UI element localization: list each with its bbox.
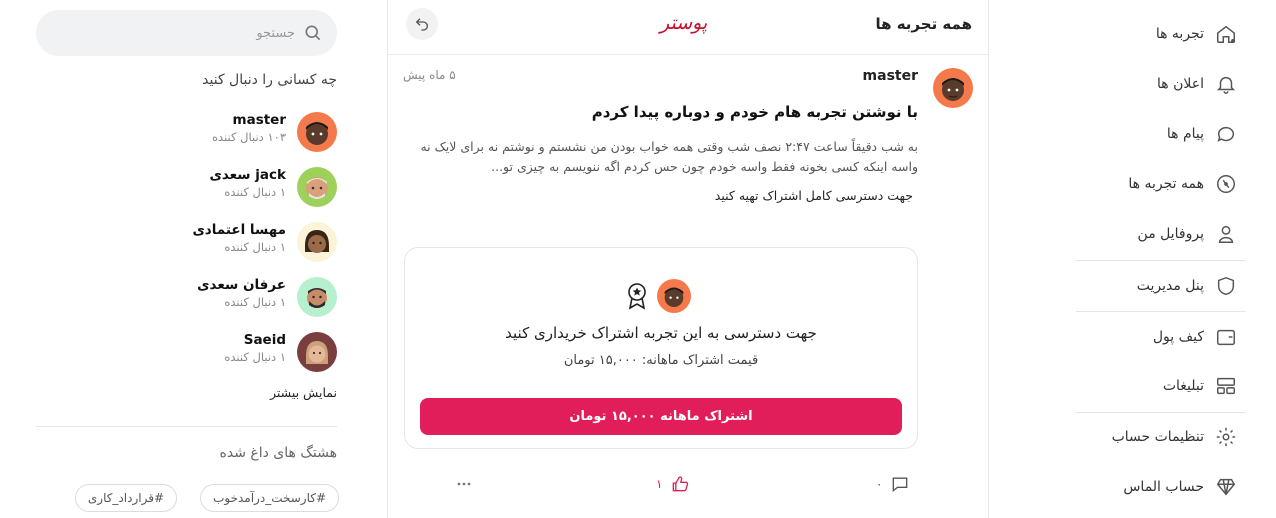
back-button[interactable] (406, 8, 438, 40)
sidebar-item-label: پروفایل من (1137, 226, 1204, 242)
follow-suggestion[interactable]: jack سعدی ۱ دنبال کننده (190, 165, 340, 209)
user-name: Saeid (243, 332, 286, 348)
sidebar-item-label: پنل مدیریت (1136, 278, 1204, 294)
avatar[interactable] (933, 68, 973, 108)
who-to-follow-title: چه کسانی را دنبال کنید (202, 72, 337, 88)
trending-hashtags-title: هشتگ های داغ شده (219, 445, 337, 461)
user-name: jack سعدی (209, 167, 287, 183)
post-timestamp: ۵ ماه پیش (403, 68, 456, 82)
gear-icon (1214, 425, 1238, 449)
search-box (36, 10, 337, 56)
search-input[interactable] (55, 10, 295, 56)
wallet-icon (1214, 325, 1238, 349)
comment-button[interactable]: ۰ (876, 474, 910, 494)
more-options-button[interactable] (454, 474, 474, 494)
subscription-note: جهت دسترسی کامل اشتراک تهیه کنید (714, 188, 913, 203)
subscription-price: قیمت اشتراک ماهانه: ۱۵,۰۰۰ تومان (563, 353, 759, 368)
avatar (297, 222, 337, 262)
sidebar-item-admin-panel[interactable]: پنل مدیریت (1076, 266, 1246, 306)
sidebar-item-label: همه تجربه ها (1128, 176, 1204, 192)
sidebar-divider (1076, 412, 1246, 413)
follow-suggestion[interactable]: مهسا اعتمادی ۱ دنبال کننده (190, 220, 340, 264)
follow-suggestion[interactable]: عرفان سعدی ۱ دنبال کننده (190, 275, 340, 319)
avatar (297, 112, 337, 152)
brand-logo: پوستر (660, 12, 708, 34)
avatar (297, 277, 337, 317)
subscription-card: جهت دسترسی به این تجربه اشتراک خریداری ک… (404, 247, 918, 449)
follow-suggestion[interactable]: master ۱۰۳ دنبال کننده (190, 110, 340, 154)
sidebar-item-label: پیام ها (1166, 126, 1204, 142)
bell-icon (1214, 72, 1238, 96)
feed: همه تجربه ها پوستر master ۵ ماه پیش با ن… (387, 0, 989, 518)
hashtag-chip[interactable]: #قرارداد_کاری (74, 484, 177, 512)
user-icon (1214, 222, 1238, 246)
sidebar-item-label: تنظیمات حساب (1111, 429, 1204, 445)
post-excerpt: به شب دقیقاً ساعت ۲:۴۷ نصف شب وقتی همه خ… (420, 139, 918, 174)
home-icon (1214, 22, 1238, 46)
award-ribbon-icon (625, 282, 649, 310)
sidebar-divider (1076, 260, 1246, 261)
sidebar-item-account-settings[interactable]: تنظیمات حساب (1076, 417, 1246, 457)
shield-icon (1214, 274, 1238, 298)
subscribe-button[interactable]: اشتراک ماهانه ۱۵,۰۰۰ تومان (420, 398, 902, 435)
post-title[interactable]: با نوشتن تجربه هام خودم و دوباره پیدا کر… (592, 103, 918, 121)
post-author[interactable]: master (863, 68, 918, 84)
sidebar-item-all-experiences[interactable]: همه تجربه ها (1076, 164, 1246, 204)
sidebar-nav: تجربه ها اعلان ها پیام ها همه تجربه ها پ… (1076, 0, 1246, 518)
sidebar-divider (1076, 311, 1246, 312)
compass-icon (1214, 172, 1238, 196)
hashtag-chip[interactable]: #کارسخت_درآمدخوب (200, 484, 339, 512)
sidebar-item-profile[interactable]: پروفایل من (1076, 214, 1246, 254)
sidebar-item-messages[interactable]: پیام ها (1076, 114, 1246, 154)
follower-count: ۱۰۳ دنبال کننده (212, 130, 286, 144)
sidebar-item-label: حساب الماس (1123, 479, 1204, 495)
follow-suggestion[interactable]: Saeid ۱ دنبال کننده (190, 330, 340, 374)
sidebar-item-diamond-account[interactable]: حساب الماس (1076, 467, 1246, 507)
like-count: ۱ (656, 477, 663, 491)
follower-count: ۱ دنبال کننده (224, 350, 286, 364)
sidebar-item-ads[interactable]: تبلیغات (1076, 366, 1246, 406)
undo-icon (415, 18, 428, 31)
panel-divider (36, 426, 337, 427)
sidebar-item-experiences[interactable]: تجربه ها (1076, 14, 1246, 54)
page-title: همه تجربه ها (875, 15, 972, 33)
comment-icon (893, 477, 908, 493)
avatar (297, 167, 337, 207)
sidebar-item-label: اعلان ها (1157, 76, 1204, 92)
sidebar-item-notifications[interactable]: اعلان ها (1076, 64, 1246, 104)
sidebar-item-label: کیف پول (1152, 329, 1204, 345)
user-name: عرفان سعدی (197, 277, 286, 293)
avatar (657, 279, 691, 313)
avatar (297, 332, 337, 372)
show-more-link[interactable]: نمایش بیشتر (270, 385, 337, 400)
search-icon (303, 23, 323, 43)
like-button[interactable]: ۱ (656, 474, 690, 494)
subscription-card-title: جهت دسترسی به این تجربه اشتراک خریداری ک… (505, 324, 817, 342)
diamond-icon (1214, 475, 1238, 499)
chat-icon (1214, 122, 1238, 146)
follower-count: ۱ دنبال کننده (224, 295, 286, 309)
follower-count: ۱ دنبال کننده (224, 185, 286, 199)
sidebar-item-wallet[interactable]: کیف پول (1076, 317, 1246, 357)
thumbs-up-icon (673, 476, 689, 492)
post-actions: ۰ ۱ (388, 474, 988, 498)
sidebar-item-label: تجربه ها (1155, 26, 1204, 42)
more-dots-icon (457, 482, 471, 486)
user-name: مهسا اعتمادی (192, 222, 286, 238)
user-name: master (232, 112, 286, 128)
ads-grid-icon (1214, 374, 1238, 398)
comment-count: ۰ (876, 477, 883, 491)
sidebar-item-label: تبلیغات (1162, 378, 1204, 394)
follower-count: ۱ دنبال کننده (224, 240, 286, 254)
feed-header: همه تجربه ها پوستر (388, 0, 988, 55)
